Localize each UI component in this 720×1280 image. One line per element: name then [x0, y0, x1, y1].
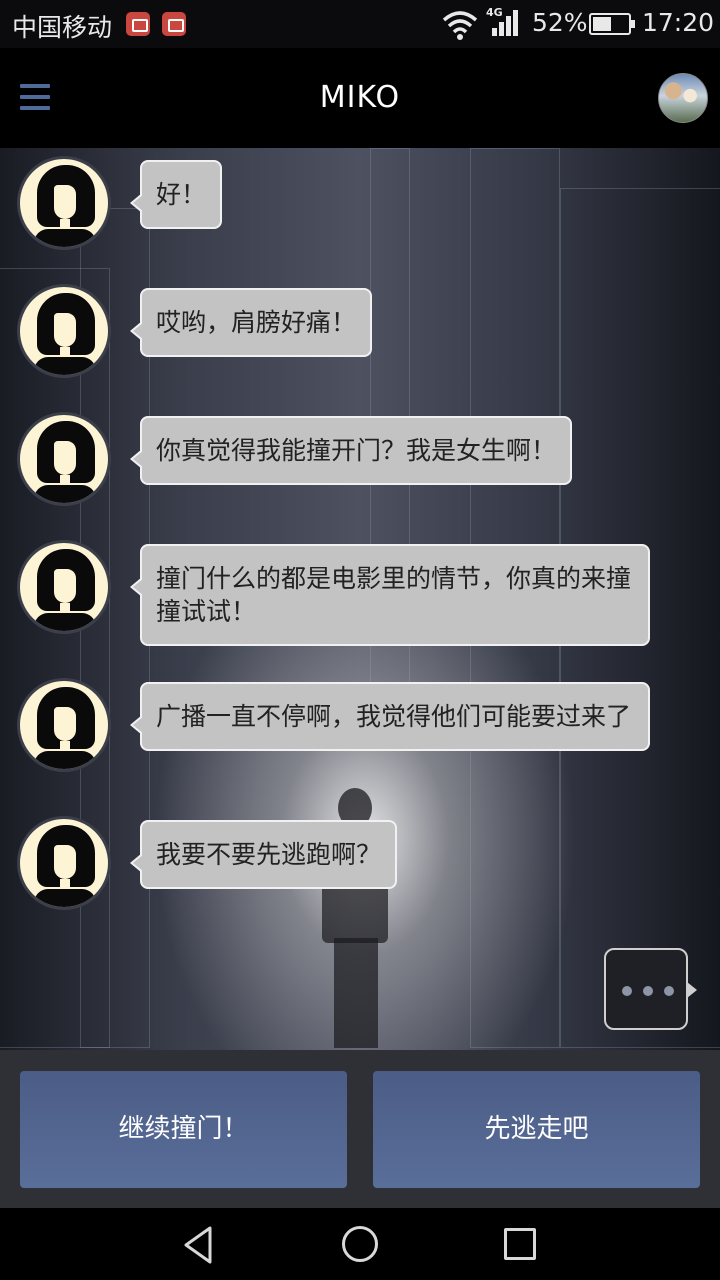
- message-bubble: 哎哟，肩膀好痛！: [129, 288, 373, 357]
- character-avatar: [17, 156, 111, 250]
- message-bubble: 好！: [129, 160, 223, 229]
- character-avatar: [17, 816, 111, 910]
- character-avatar: [17, 678, 111, 772]
- app-header: MIKO: [0, 48, 720, 148]
- network-type: 4G: [486, 6, 503, 19]
- typing-dots-icon: [604, 948, 697, 1030]
- message-bubble: 撞门什么的都是电影里的情节，你真的来撞撞试试！: [130, 544, 650, 646]
- character-silhouette: [334, 938, 378, 1048]
- choice-button-continue[interactable]: 继续撞门！: [20, 1071, 347, 1188]
- carrier-name: 中国移动: [12, 13, 113, 42]
- choice-panel: 继续撞门！ 先逃走吧: [0, 1050, 720, 1208]
- recents-icon[interactable]: [504, 1228, 536, 1260]
- page-title: MIKO: [319, 80, 401, 115]
- character-avatar: [17, 540, 111, 634]
- user-avatar[interactable]: [658, 73, 708, 123]
- battery-icon: [589, 13, 635, 35]
- message-bubble: 你真觉得我能撞开门？我是女生啊！: [129, 416, 573, 485]
- notification-icon: [126, 12, 150, 36]
- status-bar: 中国移动 4G 52% 17:20: [0, 0, 720, 48]
- signal-icon: 4G: [486, 6, 522, 40]
- character-avatar: [17, 412, 111, 506]
- message-bubble: 我要不要先逃跑啊？: [129, 820, 398, 889]
- clock: 17:20: [642, 8, 715, 37]
- character-avatar: [17, 284, 111, 378]
- message-bubble: 广播一直不停啊，我觉得他们可能要过来了: [130, 682, 650, 751]
- wifi-icon: [442, 11, 478, 40]
- choice-button-escape[interactable]: 先逃走吧: [373, 1071, 700, 1188]
- battery-percent: 52%: [532, 8, 588, 37]
- back-icon[interactable]: [178, 1224, 220, 1266]
- system-nav-bar: [0, 1208, 720, 1280]
- notification-icon: [162, 12, 186, 36]
- home-icon[interactable]: [342, 1226, 378, 1262]
